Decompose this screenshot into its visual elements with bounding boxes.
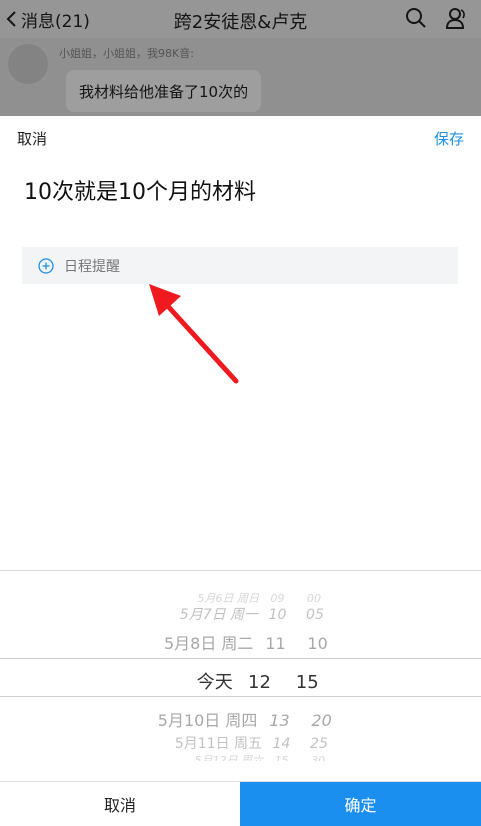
datetime-picker[interactable]: 5月6日 周日 09 00 5月7日 周一 10 05 5月8日 周二 11 1… [0,570,481,782]
schedule-reminder-button[interactable]: 日程提醒 [22,247,458,284]
picker-row: 5月11日 周五 14 25 [174,736,328,752]
picker-row: 5月10日 周四 13 20 [157,711,332,730]
picker-row-selected: 今天 12 15 [196,672,319,693]
confirm-button[interactable]: 确定 [240,782,481,826]
action-bar: 取消 确定 [0,781,481,826]
cancel-button[interactable]: 取消 [0,782,240,826]
selection-line [0,658,481,659]
add-circle-icon [38,257,54,274]
selection-line [0,696,481,697]
picker-row: 5月7日 周一 10 05 [179,607,324,623]
red-arrow-annotation [149,284,239,384]
dim-overlay [0,0,481,118]
save-button[interactable]: 保存 [434,128,464,149]
picker-row: 5月6日 周日 09 00 [197,592,322,604]
picker-row: 5月8日 周二 11 10 [163,634,328,653]
note-text[interactable]: 10次就是10个月的材料 [24,174,256,206]
sheet-cancel-button[interactable]: 取消 [17,128,47,149]
picker-row: 5月12日 周六 15 30 [194,754,326,761]
reminder-label: 日程提醒 [64,258,120,275]
